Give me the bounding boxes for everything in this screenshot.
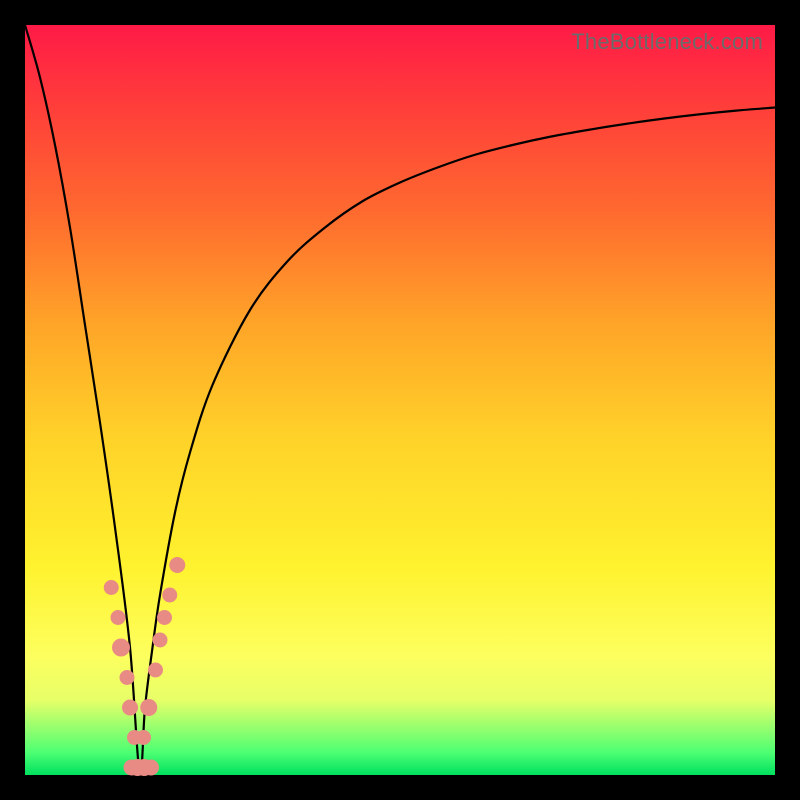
highlight-marker: [122, 700, 138, 716]
highlight-marker: [112, 639, 130, 657]
chart-svg: [25, 25, 775, 775]
highlight-marker: [120, 670, 135, 685]
bottleneck-curve: [25, 25, 775, 776]
highlight-marker: [140, 699, 157, 716]
highlight-marker: [136, 730, 151, 745]
highlight-marker: [169, 557, 185, 573]
highlight-marker: [157, 610, 172, 625]
highlight-marker: [162, 588, 177, 603]
chart-frame: TheBottleneck.com: [25, 25, 775, 775]
highlight-marker: [143, 760, 159, 776]
highlight-markers: [104, 557, 186, 776]
highlight-marker: [104, 580, 119, 595]
highlight-marker: [111, 610, 126, 625]
highlight-marker: [148, 663, 163, 678]
highlight-marker: [153, 633, 168, 648]
